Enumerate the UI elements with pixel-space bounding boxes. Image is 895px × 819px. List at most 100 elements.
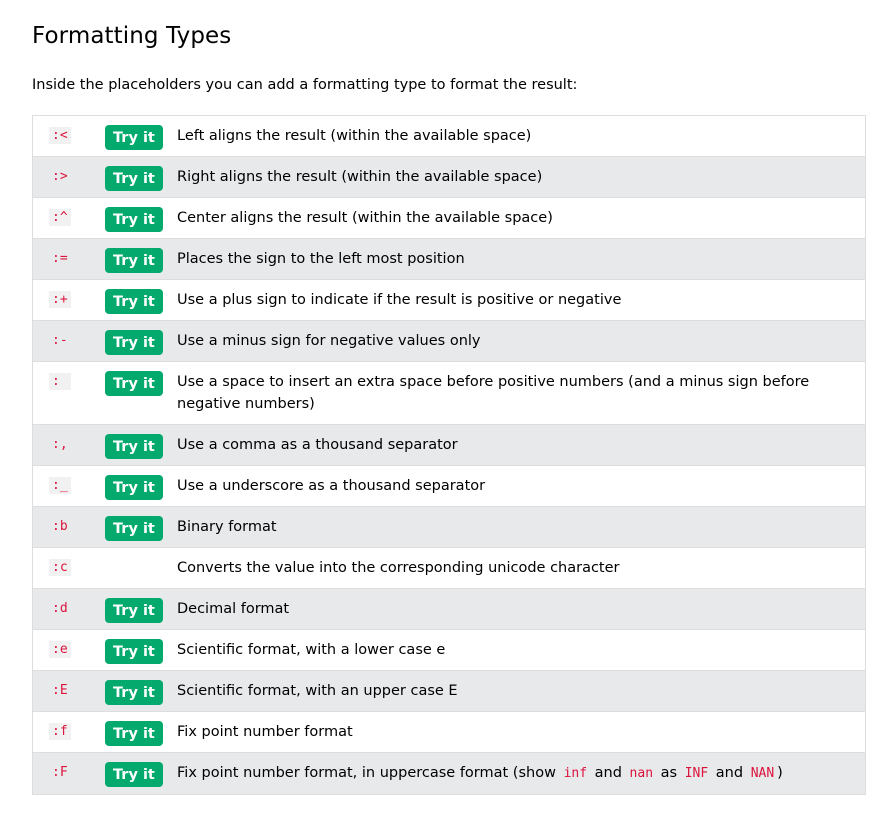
code-cell: :d [33, 589, 106, 630]
table-row: :, Try it Use a comma as a thousand separa… [32, 424, 866, 466]
inline-code: NAN [747, 765, 778, 782]
description-text: and [711, 765, 748, 781]
table-row: :- Try it Use a minus sign for negative va… [32, 320, 866, 362]
code-cell: :f [33, 712, 106, 753]
description: Use a space to insert an extra space bef… [177, 374, 810, 412]
inline-code: nan [626, 765, 657, 782]
format-code: :f [49, 723, 71, 740]
format-code: :< [49, 127, 71, 144]
format-code: : [49, 373, 71, 390]
format-code: := [49, 250, 71, 267]
code-cell: :> [33, 157, 106, 198]
try-it-button[interactable]: Try it [105, 289, 163, 314]
try-cell: Try it [105, 712, 177, 753]
try-it-button[interactable]: Try it [105, 516, 163, 541]
description: Decimal format [177, 601, 290, 617]
page: Formatting Types Inside the placeholders… [0, 0, 895, 795]
try-it-button[interactable]: Try it [105, 248, 163, 273]
code-cell: : [33, 362, 106, 425]
code-cell: :+ [33, 280, 106, 321]
code-cell: :c [33, 548, 106, 589]
format-code: :d [49, 600, 71, 617]
inline-code: inf [560, 765, 591, 782]
formatting-types-table: :< Try it Left aligns the result (within t… [32, 115, 866, 795]
table-row: :^ Try it Center aligns the result (within… [32, 198, 866, 239]
try-cell: Try it [105, 466, 177, 507]
code-cell: :b [33, 507, 106, 548]
description: Use a minus sign for negative values onl… [177, 333, 481, 349]
description: Use a comma as a thousand separator [177, 437, 458, 453]
try-it-button[interactable]: Try it [105, 475, 163, 500]
try-it-button[interactable]: Try it [105, 434, 163, 459]
try-it-button[interactable]: Try it [105, 166, 163, 191]
try-cell [105, 548, 177, 589]
try-it-button[interactable]: Try it [105, 207, 163, 232]
format-code: :^ [49, 209, 71, 226]
try-cell: Try it [105, 507, 177, 548]
try-it-button[interactable]: Try it [105, 125, 163, 150]
format-code: :, [49, 436, 71, 453]
description: Fix point number format, in uppercase fo… [177, 753, 866, 795]
try-cell: Try it [105, 280, 177, 321]
try-it-button[interactable]: Try it [105, 680, 163, 705]
try-it-button[interactable]: Try it [105, 639, 163, 664]
page-title: Formatting Types [32, 23, 232, 49]
description: Places the sign to the left most positio… [177, 251, 465, 267]
table-row: :d Try it Decimal format [32, 588, 866, 630]
code-cell: :, [33, 425, 106, 466]
table-row: :F Try it Fix point number format, in uppe… [32, 752, 866, 795]
table-row: :b Try it Binary format [32, 506, 866, 548]
format-code: :b [49, 518, 71, 535]
try-cell: Try it [105, 321, 177, 362]
code-cell: :< [33, 116, 106, 157]
try-it-button[interactable]: Try it [105, 762, 163, 787]
try-cell: Try it [105, 198, 177, 239]
table-row: :< Try it Left aligns the result (within t… [32, 116, 866, 157]
format-code: :F [49, 764, 71, 781]
code-cell: := [33, 239, 106, 280]
table-row: :f Try it Fix point number format [32, 712, 866, 753]
try-cell: Try it [105, 630, 177, 671]
table-row: : Try it Use a space to insert an extra s… [32, 362, 866, 425]
description: Scientific format, with an upper case E [177, 683, 458, 699]
try-it-button[interactable]: Try it [105, 721, 163, 746]
description: Fix point number format [177, 724, 353, 740]
code-cell: :^ [33, 198, 106, 239]
inline-code: INF [681, 765, 712, 782]
try-it-button[interactable]: Try it [105, 371, 163, 396]
format-code: :- [49, 332, 71, 349]
try-cell: Try it [105, 589, 177, 630]
description: Use a plus sign to indicate if the resul… [177, 292, 622, 308]
code-cell: :- [33, 321, 106, 362]
format-code: :> [49, 168, 71, 185]
description: Use a underscore as a thousand separator [177, 478, 486, 494]
description: Scientific format, with a lower case e [177, 642, 446, 658]
try-cell: Try it [105, 239, 177, 280]
description-text: as [656, 765, 682, 781]
table-row: :+ Try it Use a plus sign to indicate if t… [32, 280, 866, 321]
code-cell: :e [33, 630, 106, 671]
table-row: :e Try it Scientific format, with a lower … [32, 630, 866, 671]
try-cell: Try it [105, 753, 177, 795]
description-text: Fix point number format, in uppercase fo… [177, 765, 561, 781]
code-cell: :F [33, 753, 106, 795]
try-cell: Try it [105, 362, 177, 425]
description: Converts the value into the correspondin… [177, 560, 620, 576]
description: Right aligns the result (within the avai… [177, 169, 543, 185]
try-it-button[interactable]: Try it [105, 330, 163, 355]
try-cell: Try it [105, 157, 177, 198]
try-cell: Try it [105, 116, 177, 157]
table-row: := Try it Places the sign to the left most… [32, 238, 866, 280]
intro-text: Inside the placeholders you can add a fo… [32, 77, 578, 93]
code-cell: :E [33, 671, 106, 712]
table-row: :E Try it Scientific format, with an upper… [32, 670, 866, 712]
format-code: :_ [49, 477, 71, 494]
format-code: :c [49, 559, 71, 576]
try-it-button[interactable]: Try it [105, 598, 163, 623]
format-code: :E [49, 682, 71, 699]
description-text: and [590, 765, 627, 781]
description: Binary format [177, 519, 277, 535]
code-cell: :_ [33, 466, 106, 507]
format-code: :+ [49, 291, 71, 308]
table-row: :> Try it Right aligns the result (within … [32, 156, 866, 198]
